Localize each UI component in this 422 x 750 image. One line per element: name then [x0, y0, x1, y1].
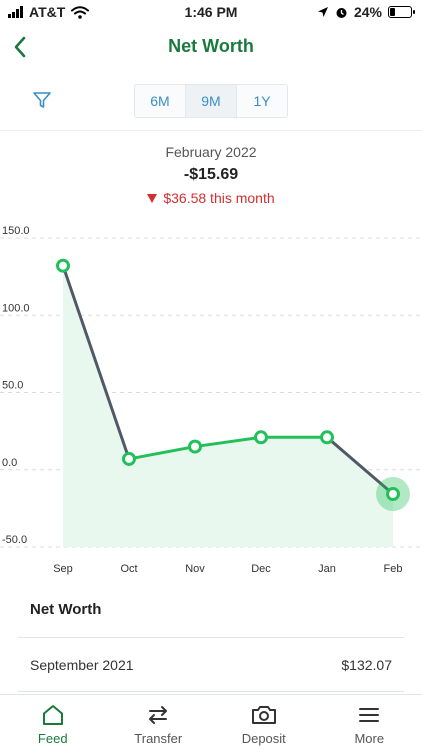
- divider: [0, 130, 422, 131]
- y-tick-label: 50.0: [2, 380, 23, 392]
- y-tick-label: -50.0: [2, 534, 27, 546]
- range-controls: 6M 9M 1Y: [0, 84, 422, 118]
- y-tick-label: 100.0: [2, 302, 30, 314]
- filter-button[interactable]: [32, 90, 54, 112]
- tab-feed[interactable]: Feed: [0, 695, 106, 750]
- status-bar: AT&T 1:46 PM 24%: [0, 0, 422, 24]
- x-tick-label: Oct: [120, 563, 137, 575]
- range-selector: 6M 9M 1Y: [134, 84, 288, 118]
- monthly-change: $36.58 this month: [0, 190, 422, 206]
- data-point: [122, 451, 136, 466]
- battery-percent: 24%: [353, 4, 382, 20]
- range-option-6m[interactable]: 6M: [135, 85, 186, 117]
- list-item-value: $132.07: [341, 656, 392, 673]
- camera-icon: [251, 706, 276, 724]
- range-option-1y[interactable]: 1Y: [237, 85, 287, 117]
- net-worth-value: -$15.69: [183, 166, 239, 183]
- net-worth-list: Net Worth September 2021 $132.07: [0, 582, 422, 692]
- menu-icon: [359, 708, 380, 722]
- tab-label: Deposit: [241, 731, 286, 746]
- list-item[interactable]: September 2021 $132.07: [18, 638, 404, 692]
- y-tick-label: 150.0: [2, 226, 30, 237]
- selected-month: February 2022: [165, 144, 257, 160]
- data-point: [56, 258, 70, 273]
- tab-more[interactable]: More: [317, 695, 422, 750]
- tab-label: More: [354, 731, 385, 746]
- list-item-month: September 2021: [30, 656, 134, 673]
- nav-bar: Net Worth: [0, 24, 422, 70]
- tab-label: Transfer: [134, 731, 183, 746]
- data-point: [386, 486, 400, 501]
- data-point: [254, 430, 268, 445]
- x-tick-label: Sep: [53, 563, 73, 575]
- net-worth-summary: February 2022 -$15.69 $36.58 this month: [0, 144, 422, 206]
- range-option-9m[interactable]: 9M: [186, 85, 237, 117]
- monthly-change-text: $36.58 this month: [163, 190, 275, 206]
- tab-label: Feed: [37, 731, 68, 746]
- x-tick-label: Dec: [251, 563, 271, 575]
- tab-deposit[interactable]: Deposit: [211, 695, 317, 750]
- data-point: [320, 430, 334, 445]
- down-triangle-icon: [147, 193, 158, 203]
- page-title: Net Worth: [168, 36, 254, 56]
- x-tick-label: Jan: [318, 563, 336, 575]
- location-arrow-icon: [317, 7, 328, 17]
- list-header: Net Worth: [18, 582, 404, 638]
- net-worth-chart[interactable]: 150.0 100.0 50.0 0.0 -50.0 Sep Oct Nov Dec Jan Feb: [0, 226, 422, 580]
- battery-icon: [388, 6, 415, 18]
- x-tick-label: Nov: [185, 563, 205, 575]
- transfer-icon: [149, 706, 168, 724]
- alarm-icon: [336, 7, 347, 18]
- x-tick-label: Feb: [384, 563, 403, 575]
- status-right: 24%: [317, 4, 415, 20]
- home-icon: [42, 705, 63, 725]
- tab-bar: Feed Transfer Deposit More: [0, 694, 422, 750]
- y-tick-label: 0.0: [2, 457, 17, 469]
- filter-icon: [33, 92, 51, 108]
- tab-transfer[interactable]: Transfer: [106, 695, 212, 750]
- data-point: [188, 439, 202, 454]
